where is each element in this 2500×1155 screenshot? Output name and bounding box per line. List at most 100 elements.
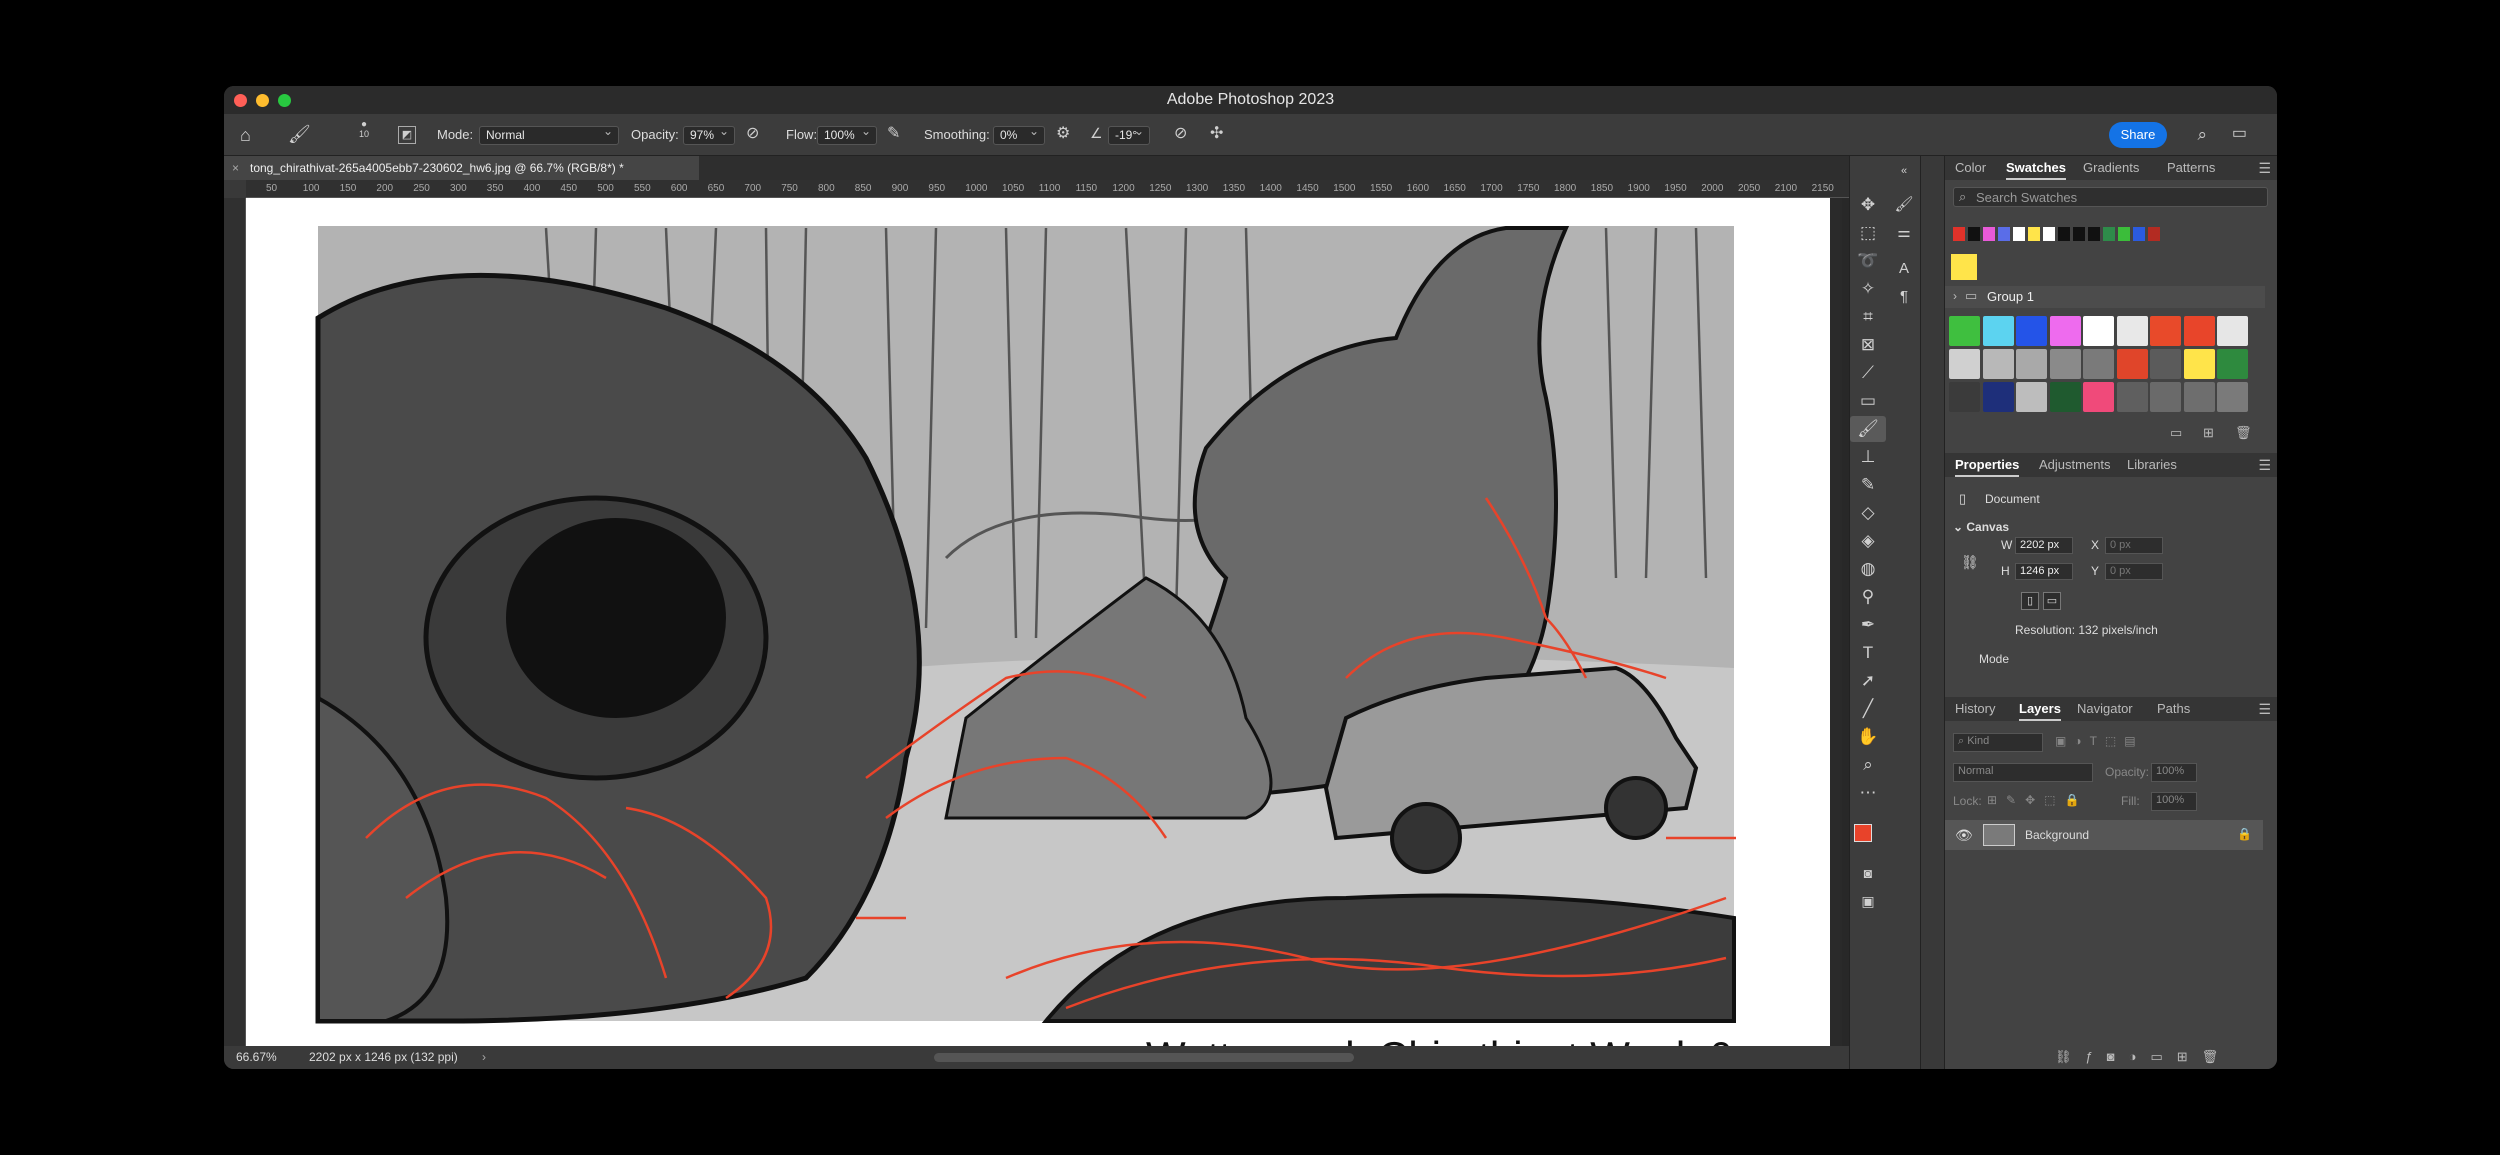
workspace-icon[interactable]: ▭ <box>2232 126 2247 142</box>
group-swatch[interactable] <box>2083 316 2114 346</box>
search-icon[interactable]: ⌕ <box>2197 126 2207 143</box>
gear-icon[interactable]: ⚙ <box>1056 126 1070 142</box>
group-swatch[interactable] <box>2083 349 2114 379</box>
panel-menu-icon[interactable]: ☰ <box>2258 453 2271 477</box>
tab-patterns[interactable]: Patterns <box>2167 156 2215 180</box>
group-swatch[interactable] <box>1982 316 2014 346</box>
blur-tool-icon[interactable]: ◍ <box>1850 556 1886 582</box>
eyedropper-icon[interactable]: ⟋ <box>1850 360 1886 386</box>
recent-swatch[interactable] <box>1968 227 1980 241</box>
paint-bucket-icon[interactable]: ◈ <box>1850 528 1886 554</box>
chevron-right-icon[interactable]: › <box>1953 289 1957 303</box>
brush-panel-icon[interactable]: 🖌 <box>1886 192 1922 218</box>
group-swatch[interactable] <box>2217 316 2248 346</box>
healing-brush-icon[interactable]: ▭ <box>1850 388 1886 414</box>
canvas-section-toggle[interactable]: ⌄ Canvas <box>1953 520 2009 534</box>
eraser-icon[interactable]: ◇ <box>1850 500 1886 526</box>
landscape-orientation-button[interactable]: ▭ <box>2043 592 2061 610</box>
group-swatch[interactable] <box>2183 349 2215 379</box>
recent-swatch[interactable] <box>2103 227 2115 241</box>
layer-opacity-input[interactable]: 100% <box>2151 763 2197 782</box>
panel-menu-icon[interactable]: ☰ <box>2258 697 2271 721</box>
group-swatch[interactable] <box>1949 382 1980 412</box>
share-button[interactable]: Share <box>2109 122 2167 148</box>
group-swatch[interactable] <box>1982 382 2014 412</box>
height-input[interactable]: 1246 px <box>2015 563 2073 580</box>
group-swatch[interactable] <box>2116 349 2148 379</box>
brush-settings-icon[interactable]: ◩ <box>398 126 416 144</box>
tab-swatches[interactable]: Swatches <box>2006 156 2066 180</box>
group-swatch[interactable] <box>2217 382 2248 412</box>
y-input[interactable]: 0 px <box>2105 563 2163 580</box>
magic-wand-icon[interactable]: ✧ <box>1850 276 1886 302</box>
recent-swatch[interactable] <box>2058 227 2070 241</box>
new-swatch-icon[interactable]: ⊞ <box>2203 425 2214 441</box>
horizontal-scrollbar[interactable] <box>934 1053 1354 1062</box>
fill-input[interactable]: 100% <box>2151 792 2197 811</box>
swatch-search-field[interactable]: ⌕ Search Swatches <box>1953 187 2268 207</box>
recent-swatch[interactable] <box>2088 227 2100 241</box>
new-group-icon[interactable]: ▭ <box>2170 425 2182 441</box>
recent-swatch[interactable] <box>2118 227 2130 241</box>
group-swatch[interactable] <box>2150 382 2181 412</box>
path-selection-icon[interactable]: ➚ <box>1850 668 1886 694</box>
mode-select[interactable]: Normal <box>479 123 619 145</box>
group-swatch[interactable] <box>2083 382 2114 412</box>
history-brush-icon[interactable]: ✎ <box>1850 472 1886 498</box>
group-swatch[interactable] <box>2016 349 2047 379</box>
more-tools-icon[interactable]: ⋯ <box>1850 780 1886 806</box>
smoothing-input[interactable]: 0% <box>993 123 1045 145</box>
layer-row[interactable]: 👁 Background 🔒 <box>1945 820 2263 850</box>
canvas-area[interactable]: Wattanasak Chirathivat Week 6 <box>246 198 1849 1069</box>
group-swatch[interactable] <box>2150 349 2181 379</box>
brush-size-picker[interactable]: ● 10 <box>356 120 372 140</box>
tab-layers[interactable]: Layers <box>2019 697 2061 721</box>
chevron-right-icon[interactable]: › <box>482 1046 486 1069</box>
zoom-tool-icon[interactable]: ⌕ <box>1850 752 1886 778</box>
screen-mode-icon[interactable]: ▣ <box>1850 888 1886 914</box>
layer-blend-mode[interactable]: Normal <box>1953 763 2093 782</box>
move-tool-icon[interactable]: ✥ <box>1850 192 1886 218</box>
tab-color[interactable]: Color <box>1955 156 1986 180</box>
character-panel-icon[interactable]: A <box>1886 256 1922 282</box>
group-swatch[interactable] <box>2049 382 2081 412</box>
foreground-color[interactable] <box>1854 824 1872 842</box>
document-tab[interactable]: × tong_chirathivat-265a4005ebb7-230602_h… <box>224 156 699 180</box>
layer-filter-icons[interactable]: ▣◑T⬚▤ <box>2055 734 2144 748</box>
collapse-panels-icon[interactable]: « <box>1886 158 1922 184</box>
brush-angle-input[interactable]: -19° <box>1108 123 1150 145</box>
frame-tool-icon[interactable]: ⊠ <box>1850 332 1886 358</box>
recent-swatch[interactable] <box>2073 227 2085 241</box>
recent-swatch[interactable] <box>2148 227 2160 241</box>
vertical-scrollbar[interactable] <box>1830 198 1842 1069</box>
swatch-group-row[interactable]: › ▭ Group 1 <box>1945 286 2265 308</box>
group-swatch[interactable] <box>2183 316 2215 346</box>
zoom-level[interactable]: 66.67% <box>236 1046 277 1069</box>
group-swatch[interactable] <box>1982 349 2014 379</box>
pressure-size-icon[interactable]: ⊘ <box>1174 126 1187 142</box>
recent-swatch[interactable] <box>1983 227 1995 241</box>
portrait-orientation-button[interactable]: ▯ <box>2021 592 2039 610</box>
trash-icon[interactable]: 🗑 <box>2235 425 2252 441</box>
opacity-input[interactable]: 97% <box>683 123 735 145</box>
group-swatch[interactable] <box>2183 382 2215 412</box>
recent-swatch[interactable] <box>2013 227 2025 241</box>
hand-tool-icon[interactable]: ✋ <box>1850 724 1886 750</box>
brush-tool-icon[interactable]: 🖌 <box>1850 416 1886 442</box>
paragraph-panel-icon[interactable]: ¶ <box>1886 284 1922 310</box>
crop-tool-icon[interactable]: ⌗ <box>1850 304 1886 330</box>
dodge-tool-icon[interactable]: ⚲ <box>1850 584 1886 610</box>
tab-history[interactable]: History <box>1955 697 1995 721</box>
link-icon[interactable]: ⛓ <box>1961 554 1979 571</box>
recent-swatch[interactable] <box>1953 227 1965 241</box>
adjustments-panel-icon[interactable]: ⚌ <box>1886 220 1922 246</box>
flow-input[interactable]: 100% <box>817 123 877 145</box>
home-icon[interactable]: ⌂ <box>240 126 251 144</box>
group-swatch[interactable] <box>2217 349 2248 379</box>
tab-paths[interactable]: Paths <box>2157 697 2190 721</box>
pressure-opacity-icon[interactable]: ⊘ <box>746 126 759 142</box>
group-swatch[interactable] <box>2150 316 2181 346</box>
layer-kind-filter[interactable]: ⌕ Kind <box>1953 733 2043 752</box>
eye-icon[interactable]: 👁 <box>1955 827 1973 844</box>
width-input[interactable]: 2202 px <box>2015 537 2073 554</box>
